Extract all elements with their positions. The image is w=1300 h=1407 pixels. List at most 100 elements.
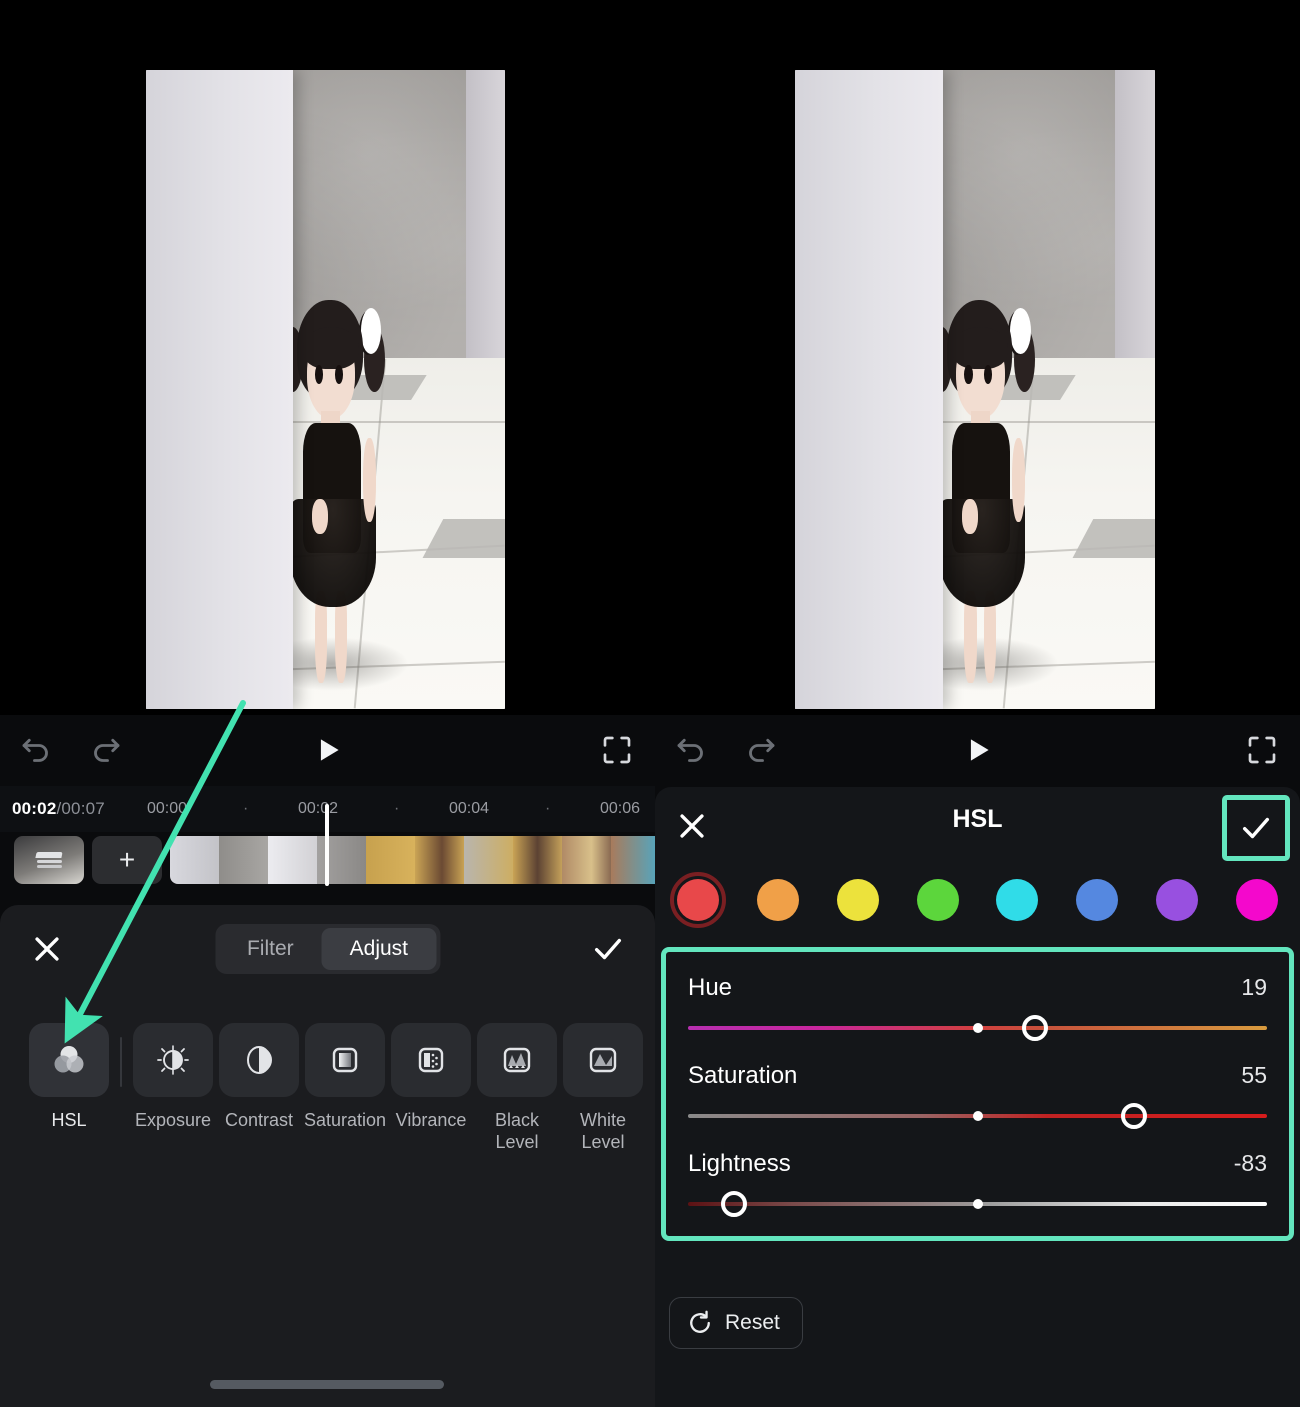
fullscreen-icon[interactable] [601, 734, 633, 766]
total-time: /00:07 [56, 799, 104, 818]
timecode-display: 00:02/00:07 [12, 799, 105, 819]
home-indicator [210, 1380, 444, 1389]
slider-thumb[interactable] [1121, 1103, 1147, 1129]
close-icon[interactable] [30, 932, 64, 966]
playback-controls-right [655, 715, 1300, 785]
adjust-tool-exposure[interactable]: Exposure [130, 1023, 216, 1131]
slider-thumb[interactable] [1022, 1015, 1048, 1041]
adjust-tool-black-level[interactable]: Black Level [474, 1023, 560, 1153]
adjust-tool-label: Black Level [474, 1109, 560, 1153]
right-preview-area [655, 0, 1300, 715]
redo-icon[interactable] [88, 732, 124, 768]
confirm-icon[interactable] [591, 932, 625, 966]
dual-screenshot-stage: 00:02/00:07 00:00 · 00:02 · 00:04 · 00:0… [0, 0, 1300, 1407]
swatch-purple[interactable] [1156, 879, 1198, 921]
swatch-magenta[interactable] [1236, 879, 1278, 921]
redo-icon[interactable] [743, 732, 779, 768]
adjust-tool-white-level[interactable]: White Level [560, 1023, 646, 1153]
clip-filmstrip[interactable] [170, 836, 660, 884]
arm [1012, 438, 1025, 522]
adjust-tool-vibrance[interactable]: Vibrance [388, 1023, 474, 1131]
swatch-blue[interactable] [1076, 879, 1118, 921]
video-preview-left[interactable] [146, 70, 505, 709]
reset-button[interactable]: Reset [669, 1297, 803, 1349]
slider-value: 55 [1241, 1062, 1267, 1089]
hsl-panel: HSL Hue [655, 787, 1300, 1407]
filter-adjust-segmented-control[interactable]: Filter Adjust [215, 924, 440, 974]
add-clip-button[interactable]: + [92, 836, 162, 884]
cover-icon [36, 852, 62, 868]
playback-controls-left [0, 715, 655, 785]
swatch-red[interactable] [677, 879, 719, 921]
gray-tile [1073, 519, 1155, 558]
swatch-orange[interactable] [757, 879, 799, 921]
slider-label: Hue [688, 974, 732, 1002]
slider-center-marker [973, 1023, 983, 1033]
filmstrip-frame [415, 836, 464, 884]
timeline-track[interactable]: + [0, 836, 655, 894]
fullscreen-icon[interactable] [1246, 734, 1278, 766]
slider-lightness: Lightness -83 [688, 1150, 1267, 1206]
tab-filter[interactable]: Filter [219, 928, 322, 970]
white-pillar [146, 70, 293, 709]
ruler-tick: 00:04 [449, 800, 489, 818]
tab-adjust[interactable]: Adjust [322, 928, 436, 970]
slider-value: -83 [1234, 1150, 1267, 1177]
undo-icon[interactable] [18, 732, 54, 768]
swatch-yellow[interactable] [837, 879, 879, 921]
filmstrip-frame [513, 836, 562, 884]
undo-icon[interactable] [673, 732, 709, 768]
slider-header: Lightness -83 [688, 1150, 1267, 1178]
play-icon[interactable] [311, 733, 345, 767]
adjust-tool-label: Contrast [216, 1109, 302, 1131]
hsl-sliders-highlighted: Hue 19 Saturation 55 [661, 947, 1294, 1241]
video-scene [146, 70, 505, 709]
adjust-tool-contrast[interactable]: Contrast [216, 1023, 302, 1131]
confirm-button-highlighted[interactable] [1222, 795, 1290, 861]
black-level-icon [477, 1023, 557, 1097]
slider-thumb[interactable] [721, 1191, 747, 1217]
tool-divider [120, 1037, 122, 1087]
reset-label: Reset [725, 1311, 780, 1335]
video-preview-right[interactable] [795, 70, 1155, 709]
close-icon[interactable] [675, 809, 709, 843]
bangs [303, 327, 359, 369]
filmstrip-frame [219, 836, 268, 884]
adjust-tool-label: Exposure [130, 1109, 216, 1131]
adjustment-tools-row: HSL Exposure [0, 1023, 655, 1203]
playhead[interactable] [325, 804, 329, 886]
color-swatch-row [655, 869, 1300, 931]
white-level-icon [563, 1023, 643, 1097]
hsl-icon [29, 1023, 109, 1097]
adjust-tool-label: White Level [560, 1109, 646, 1153]
adjust-tool-label: HSL [26, 1109, 112, 1131]
adjust-tool-label: Vibrance [388, 1109, 474, 1131]
slider-track[interactable] [688, 1114, 1267, 1118]
left-phone-pane: 00:02/00:07 00:00 · 00:02 · 00:04 · 00:0… [0, 0, 655, 1407]
hsl-header: HSL [655, 787, 1300, 869]
slider-header: Hue 19 [688, 974, 1267, 1002]
filmstrip-frame [464, 836, 513, 884]
hair-bow [361, 308, 382, 354]
slider-track[interactable] [688, 1202, 1267, 1206]
hand [312, 499, 328, 534]
adjust-tool-hsl[interactable]: HSL [26, 1023, 112, 1131]
slider-label: Saturation [688, 1062, 797, 1090]
adjust-sheet-header: Filter Adjust [0, 905, 655, 993]
adjust-tool-label: Saturation [302, 1109, 388, 1131]
slider-track[interactable] [688, 1026, 1267, 1030]
swatch-cyan[interactable] [996, 879, 1038, 921]
filmstrip-frame [562, 836, 611, 884]
contrast-icon [219, 1023, 299, 1097]
swatch-green[interactable] [917, 879, 959, 921]
play-icon[interactable] [961, 733, 995, 767]
adjust-tool-saturation[interactable]: Saturation [302, 1023, 388, 1131]
bangs [952, 327, 1008, 369]
ruler-tick: · [545, 800, 550, 818]
filmstrip-frame [611, 836, 660, 884]
exposure-icon [133, 1023, 213, 1097]
cover-button[interactable] [14, 836, 84, 884]
filmstrip-frame [366, 836, 415, 884]
slider-label: Lightness [688, 1150, 791, 1178]
child-figure [935, 300, 1029, 683]
